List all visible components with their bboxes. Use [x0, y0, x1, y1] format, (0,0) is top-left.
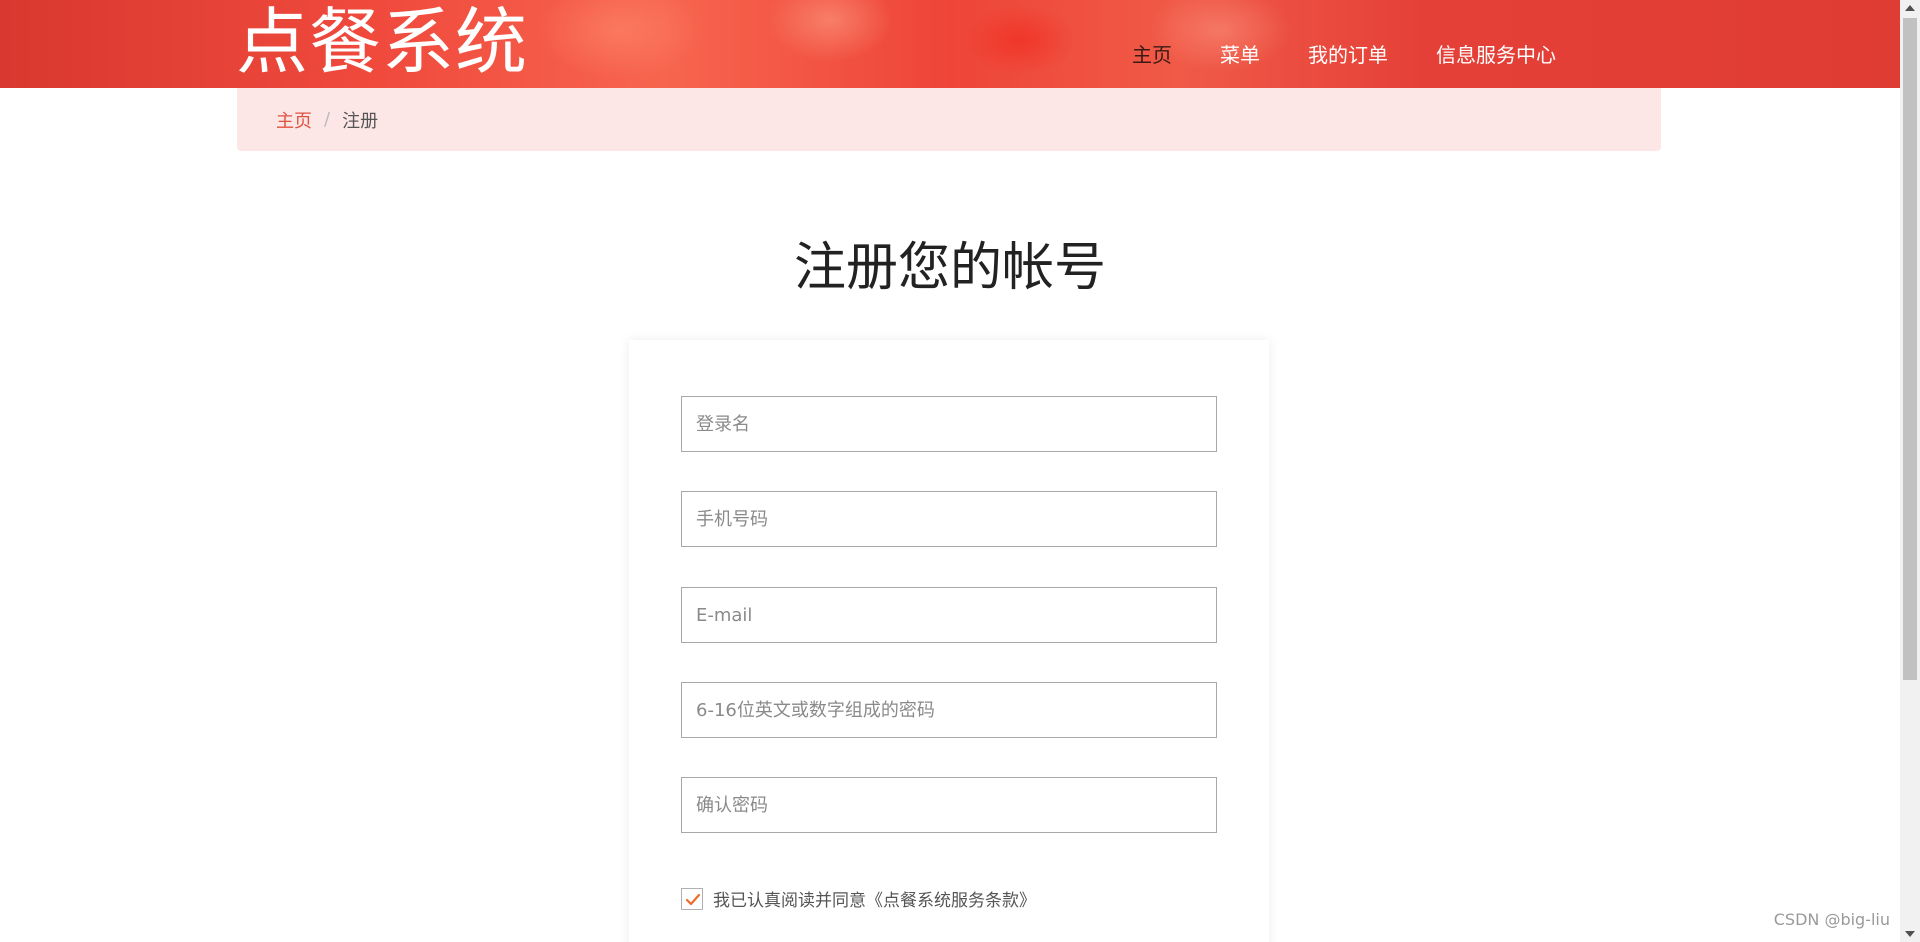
breadcrumb-current: 注册	[342, 110, 379, 132]
username-input[interactable]	[681, 396, 1217, 452]
site-header: 点餐系统 主页 菜单 我的订单 信息服务中心	[0, 0, 1900, 88]
watermark: CSDN @big-liu	[1773, 910, 1890, 929]
scrollbar-thumb[interactable]	[1903, 18, 1917, 680]
register-form-card: 我已认真阅读并同意《点餐系统服务条款》	[629, 340, 1269, 942]
page-title: 注册您的帐号	[793, 237, 1106, 298]
phone-input[interactable]	[681, 491, 1217, 547]
scroll-up-arrow-icon[interactable]	[1905, 5, 1915, 11]
nav-item-service-center[interactable]: 信息服务中心	[1436, 40, 1556, 70]
site-logo[interactable]: 点餐系统	[236, 0, 528, 84]
email-input[interactable]	[681, 587, 1217, 643]
agreement-row: 我已认真阅读并同意《点餐系统服务条款》	[681, 886, 1036, 911]
breadcrumb-separator: /	[324, 109, 331, 130]
breadcrumb: 主页 / 注册	[237, 88, 1661, 151]
nav-item-home[interactable]: 主页	[1132, 40, 1172, 70]
vertical-scrollbar[interactable]	[1900, 0, 1920, 942]
agreement-text[interactable]: 我已认真阅读并同意《点餐系统服务条款》	[713, 886, 1036, 911]
breadcrumb-home-link[interactable]: 主页	[276, 107, 312, 133]
nav-item-my-orders[interactable]: 我的订单	[1308, 40, 1388, 70]
page: 点餐系统 主页 菜单 我的订单 信息服务中心 主页 / 注册 注册您的帐号 我已…	[0, 0, 1920, 942]
confirm-password-input[interactable]	[681, 777, 1217, 833]
password-input[interactable]	[681, 682, 1217, 738]
nav-item-menu[interactable]: 菜单	[1220, 40, 1260, 70]
scroll-down-arrow-icon[interactable]	[1905, 931, 1915, 937]
main-nav: 主页 菜单 我的订单 信息服务中心	[1132, 40, 1556, 70]
agreement-checkbox[interactable]	[681, 887, 703, 910]
checkmark-icon	[685, 893, 701, 905]
